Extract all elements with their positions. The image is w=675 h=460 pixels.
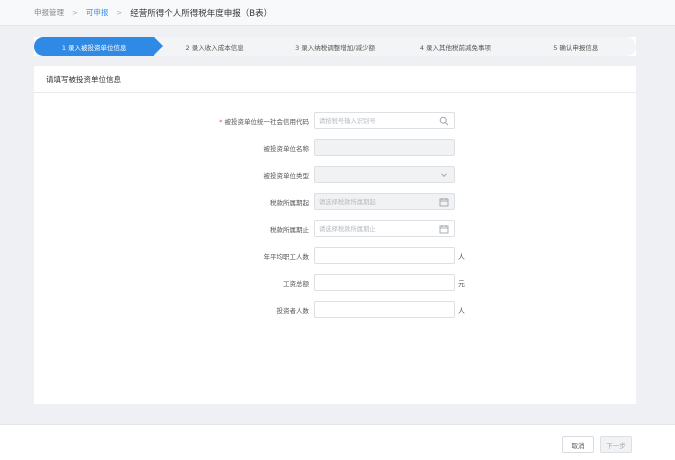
avg-employees-label: 年平均职工人数	[263, 253, 310, 261]
step-2: 2 录入收入成本信息	[154, 37, 275, 56]
investor-count-input[interactable]	[314, 301, 455, 318]
form-row-unit-name: 被投资单位名称	[34, 139, 636, 157]
investor-count-label: 投资者人数	[276, 307, 310, 315]
form-row-avg-employees: 年平均职工人数 人	[34, 247, 636, 265]
breadcrumb: 申报管理 > 可申报 > 经营所得个人所得税年度申报（B表）	[0, 0, 675, 26]
total-wages-label: 工资总额	[283, 280, 309, 288]
credit-code-input[interactable]: 请按税号输入识别号	[314, 112, 455, 129]
form-row-period-start: 税款所属期起 请选择税款所属期起	[34, 193, 636, 211]
next-step-button[interactable]: 下一步	[600, 436, 632, 453]
total-wages-input[interactable]	[314, 274, 455, 291]
period-end-label: 税款所属期止	[270, 226, 309, 234]
form-row-period-end: 税款所属期止 请选择税款所属期止	[34, 220, 636, 238]
unit-name-label: 被投资单位名称	[263, 145, 310, 153]
period-end-picker[interactable]: 请选择税款所属期止	[314, 220, 455, 237]
period-end-placeholder: 请选择税款所属期止	[319, 226, 376, 233]
credit-code-placeholder: 请按税号输入识别号	[319, 118, 376, 125]
unit-type-select[interactable]	[314, 166, 455, 183]
chevron-right-icon: >	[116, 8, 123, 17]
breadcrumb-declarable[interactable]: 可申报	[86, 7, 109, 18]
chevron-down-icon	[439, 170, 449, 180]
avg-employees-input[interactable]	[314, 247, 455, 264]
form-row-total-wages: 工资总额 元	[34, 274, 636, 292]
period-start-picker[interactable]: 请选择税款所属期起	[314, 193, 455, 210]
step-3: 3 录入纳税调整增加/减少额	[274, 37, 396, 56]
page-title: 经营所得个人所得税年度申报（B表）	[130, 8, 273, 19]
search-icon[interactable]	[439, 116, 449, 126]
credit-code-label: 被投资单位统一社会信用代码	[224, 118, 310, 126]
calendar-icon	[439, 197, 449, 207]
form-row-unit-type: 被投资单位类型	[34, 166, 636, 184]
period-start-placeholder: 请选择税款所属期起	[319, 199, 376, 206]
step-progress: 1 录入被投资单位信息 2 录入收入成本信息 3 录入纳税调整增加/减少额 4 …	[34, 37, 637, 56]
investor-count-unit: 人	[458, 307, 465, 315]
total-wages-unit: 元	[458, 280, 465, 288]
panel-title: 请填写被投资单位信息	[34, 66, 636, 93]
unit-name-input	[314, 139, 455, 156]
period-start-label: 税款所属期起	[270, 199, 309, 207]
chevron-right-icon: >	[72, 8, 78, 17]
step-4: 4 录入其他税前减免事项	[395, 37, 516, 56]
step-1: 1 录入被投资单位信息	[34, 37, 164, 56]
form-row-investor-count: 投资者人数 人	[34, 301, 636, 319]
step-5: 5 确认申报信息	[515, 37, 637, 56]
avg-employees-unit: 人	[458, 253, 465, 261]
form-panel: 请填写被投资单位信息 * 被投资单位统一社会信用代码 请按税号输入识别号 被投资单…	[34, 66, 636, 404]
footer-bar: 取消 下一步	[0, 424, 675, 460]
cancel-button[interactable]: 取消	[562, 436, 594, 453]
breadcrumb-declare-management[interactable]: 申报管理	[34, 7, 64, 18]
form-row-credit-code: * 被投资单位统一社会信用代码 请按税号输入识别号	[34, 112, 636, 130]
calendar-icon	[439, 224, 449, 234]
unit-type-label: 被投资单位类型	[263, 172, 310, 180]
required-mark: *	[219, 118, 223, 126]
